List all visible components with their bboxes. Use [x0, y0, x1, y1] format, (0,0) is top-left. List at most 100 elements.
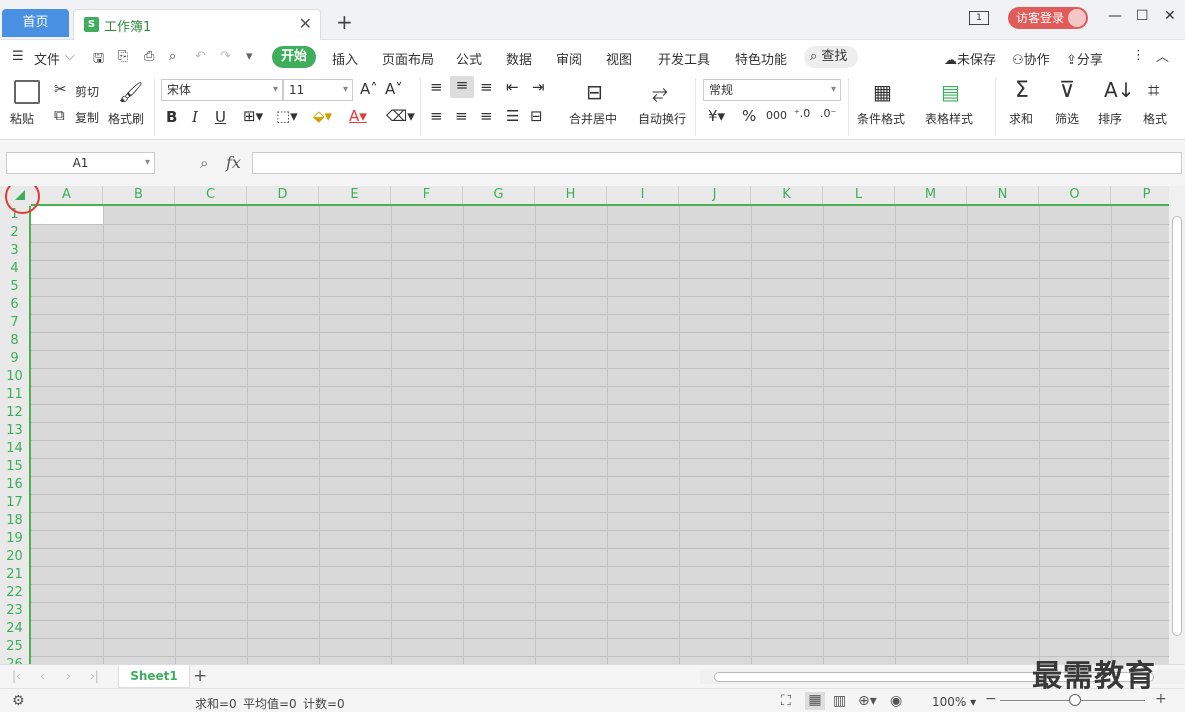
sort-icon[interactable]: A↓	[1104, 78, 1134, 102]
vertical-scroll-thumb[interactable]	[1172, 216, 1182, 636]
add-sheet-icon[interactable]: +	[193, 666, 207, 686]
decrease-font-icon[interactable]: A˅	[385, 80, 403, 98]
page-view-icon[interactable]: ▥	[833, 693, 846, 709]
row-header-11[interactable]: 11	[0, 386, 29, 404]
scissors-icon[interactable]: ✂	[54, 80, 67, 98]
row-header-5[interactable]: 5	[0, 278, 29, 296]
minimize-icon[interactable]: —	[1108, 8, 1122, 24]
row-header-3[interactable]: 3	[0, 242, 29, 260]
currency-button[interactable]: ¥▾	[708, 107, 725, 125]
fill-color-icon[interactable]: ⬙▾	[313, 107, 332, 125]
sum-button[interactable]: 求和	[1009, 110, 1033, 127]
column-header-a[interactable]: A	[31, 186, 103, 204]
fill-style-icon[interactable]: ⬚▾	[276, 107, 298, 125]
eye-protect-icon[interactable]: ◉	[890, 693, 902, 709]
spreadsheet-grid[interactable]: ABCDEFGHIJKLMNOP 1 2 3 4 5 6 7 8 9 10 11 12 13 14 15 16…	[0, 186, 1169, 664]
column-header-o[interactable]: O	[1039, 186, 1111, 204]
percent-button[interactable]: %	[742, 107, 756, 125]
normal-view-icon[interactable]: ▦	[805, 692, 825, 710]
table-style-button[interactable]: 表格样式	[925, 110, 973, 127]
column-header-n[interactable]: N	[967, 186, 1039, 204]
more-options-icon[interactable]: ⋮	[1132, 48, 1145, 63]
column-header-l[interactable]: L	[823, 186, 895, 204]
tab-view[interactable]: 视图	[606, 49, 632, 68]
clear-format-icon[interactable]: ⌫▾	[386, 107, 415, 125]
print-preview-icon[interactable]: ⌕	[169, 49, 176, 64]
close-window-icon[interactable]: ✕	[1164, 8, 1176, 24]
font-color-icon[interactable]: A▾	[349, 107, 367, 125]
tab-insert[interactable]: 插入	[332, 49, 358, 68]
align-top-icon[interactable]: ≡	[430, 78, 443, 96]
cell-area[interactable]	[31, 206, 1169, 664]
copy-button[interactable]: 复制	[75, 109, 99, 126]
row-header-17[interactable]: 17	[0, 494, 29, 512]
sum-icon[interactable]: Σ	[1015, 78, 1029, 103]
font-name-select[interactable]: 宋体	[161, 79, 283, 101]
wrap-text-button[interactable]: 自动换行	[638, 110, 686, 127]
zoom-formula-icon[interactable]: ⌕	[200, 154, 208, 172]
next-sheet-icon[interactable]: ›	[66, 669, 71, 683]
row-header-7[interactable]: 7	[0, 314, 29, 332]
column-header-c[interactable]: C	[175, 186, 247, 204]
row-header-19[interactable]: 19	[0, 530, 29, 548]
format-button[interactable]: 格式	[1143, 110, 1167, 127]
column-header-k[interactable]: K	[751, 186, 823, 204]
column-header-h[interactable]: H	[535, 186, 607, 204]
row-header-24[interactable]: 24	[0, 620, 29, 638]
zoom-in-icon[interactable]: +	[1155, 691, 1167, 707]
guest-login-button[interactable]: 访客登录	[1008, 7, 1088, 29]
workbook-tab[interactable]: S 工作簿1 ✕	[73, 9, 321, 40]
tab-home[interactable]: 开始	[272, 46, 316, 68]
row-header-2[interactable]: 2	[0, 224, 29, 242]
decrease-indent-icon[interactable]: ⇤	[506, 78, 519, 96]
row-header-10[interactable]: 10	[0, 368, 29, 386]
row-header-21[interactable]: 21	[0, 566, 29, 584]
column-header-m[interactable]: M	[895, 186, 967, 204]
row-header-4[interactable]: 4	[0, 260, 29, 278]
increase-indent-icon[interactable]: ⇥	[532, 78, 545, 96]
increase-decimal-icon[interactable]: ⁺.0	[794, 107, 810, 120]
merge-center-button[interactable]: 合并居中	[569, 110, 617, 127]
home-tab[interactable]: 首页	[2, 9, 69, 37]
copy-icon[interactable]: ⧉	[54, 106, 65, 124]
paste-button[interactable]: 粘贴	[10, 110, 34, 127]
distributed-icon[interactable]: ⊟	[530, 107, 543, 125]
paste-icon[interactable]	[14, 80, 40, 104]
menu-hamburger-icon[interactable]: ☰	[12, 49, 24, 64]
zoom-level[interactable]: 100% ▾	[932, 695, 976, 709]
quick-access-more-icon[interactable]: ▾	[246, 49, 253, 64]
filter-button[interactable]: 筛选	[1055, 110, 1079, 127]
cut-button[interactable]: 剪切	[75, 83, 99, 100]
decrease-decimal-icon[interactable]: .0⁻	[820, 107, 836, 120]
chevron-down-icon[interactable]: ⌵	[65, 49, 75, 64]
vertical-scrollbar[interactable]	[1169, 186, 1185, 664]
row-header-16[interactable]: 16	[0, 476, 29, 494]
format-painter-button[interactable]: 格式刷	[108, 110, 144, 127]
file-menu[interactable]: 文件	[34, 49, 60, 68]
conditional-format-button[interactable]: 条件格式	[857, 110, 905, 127]
undo-icon[interactable]: ↶	[195, 49, 206, 64]
share-button[interactable]: ⇪分享	[1066, 49, 1103, 68]
table-style-icon[interactable]: ▤	[941, 80, 960, 104]
row-header-8[interactable]: 8	[0, 332, 29, 350]
column-header-f[interactable]: F	[391, 186, 463, 204]
format-cells-icon[interactable]: ⌗	[1148, 78, 1159, 102]
merge-center-icon[interactable]: ⊟	[586, 80, 603, 104]
column-header-j[interactable]: J	[679, 186, 751, 204]
row-header-23[interactable]: 23	[0, 602, 29, 620]
row-header-15[interactable]: 15	[0, 458, 29, 476]
row-header-22[interactable]: 22	[0, 584, 29, 602]
zoom-slider-knob[interactable]	[1069, 694, 1081, 706]
tab-formulas[interactable]: 公式	[456, 49, 482, 68]
reading-mode-icon[interactable]: ⊕▾	[858, 693, 877, 709]
redo-icon[interactable]: ↷	[220, 49, 231, 64]
sheet-tab-sheet1[interactable]: Sheet1	[118, 665, 190, 688]
borders-icon[interactable]: ⊞▾	[243, 107, 263, 125]
number-format-select[interactable]: 常规	[703, 79, 841, 101]
align-center-icon[interactable]: ≡	[455, 107, 468, 125]
row-header-25[interactable]: 25	[0, 638, 29, 656]
bold-icon[interactable]: B	[166, 108, 177, 126]
row-header-26[interactable]: 26	[0, 656, 29, 664]
print-icon[interactable]: ⎙	[144, 49, 154, 64]
column-header-i[interactable]: I	[607, 186, 679, 204]
